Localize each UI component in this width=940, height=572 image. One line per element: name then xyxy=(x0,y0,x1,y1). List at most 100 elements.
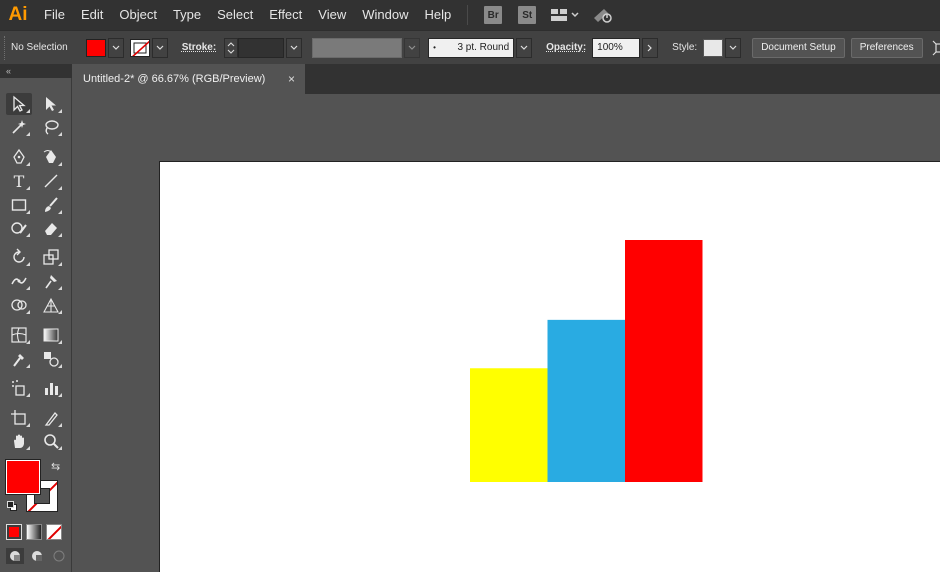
graphic-style-dropdown[interactable] xyxy=(725,37,742,58)
magic-wand-tool[interactable] xyxy=(6,116,32,138)
fill-dropdown[interactable] xyxy=(107,37,124,58)
menu-view[interactable]: View xyxy=(310,0,354,30)
eyedropper-tool[interactable] xyxy=(6,348,32,370)
artboard-tool[interactable] xyxy=(6,407,32,429)
eraser-tool[interactable] xyxy=(38,217,64,239)
brush-definition-field[interactable]: • 3 pt. Round xyxy=(428,37,515,58)
column-graph-tool[interactable] xyxy=(38,377,64,399)
menu-type[interactable]: Type xyxy=(165,0,209,30)
puppet-warp-tool[interactable] xyxy=(38,270,64,292)
curvature-tool[interactable] xyxy=(38,146,64,168)
control-bar-grip[interactable] xyxy=(4,35,5,60)
menu-select[interactable]: Select xyxy=(209,0,261,30)
menu-object[interactable]: Object xyxy=(111,0,165,30)
rotate-tool[interactable] xyxy=(6,246,32,268)
lasso-tool[interactable] xyxy=(38,116,64,138)
color-mode-button[interactable] xyxy=(6,524,22,540)
fill-swatch[interactable] xyxy=(85,38,106,57)
brush-definition-dropdown[interactable] xyxy=(516,37,533,58)
no-stroke-icon xyxy=(131,40,149,56)
transform-icon[interactable] xyxy=(932,40,940,56)
zoom-tool[interactable] xyxy=(38,430,64,452)
svg-text:T: T xyxy=(14,172,25,190)
stroke-weight-input[interactable] xyxy=(238,37,285,58)
menu-edit[interactable]: Edit xyxy=(73,0,111,30)
tool-row: T xyxy=(6,170,64,192)
scale-tool[interactable] xyxy=(38,246,64,268)
width-tool[interactable] xyxy=(6,270,32,292)
shaper-tool[interactable] xyxy=(6,217,32,239)
selection-status: No Selection xyxy=(11,42,68,53)
stroke-swatch[interactable] xyxy=(129,38,150,57)
menu-window[interactable]: Window xyxy=(354,0,416,30)
shape-builder-tool[interactable] xyxy=(6,294,32,316)
tool-row xyxy=(6,246,64,268)
control-bar: No Selection Stroke: • 3 pt. Round Opaci… xyxy=(0,30,940,64)
draw-behind-button[interactable] xyxy=(28,548,46,564)
tools-panel-header[interactable]: « xyxy=(0,64,72,78)
mesh-tool[interactable] xyxy=(6,324,32,346)
opacity-control[interactable]: 100% xyxy=(592,37,659,58)
rectangle-tool[interactable] xyxy=(6,194,32,216)
chart-bar-3[interactable] xyxy=(625,240,703,482)
gradient-tool[interactable] xyxy=(38,324,64,346)
selection-tool[interactable] xyxy=(6,93,32,115)
direct-selection-tool[interactable] xyxy=(38,93,64,115)
workspace[interactable] xyxy=(73,94,940,572)
tool-row xyxy=(6,324,64,346)
none-mode-button[interactable] xyxy=(46,524,62,540)
close-icon[interactable]: × xyxy=(288,72,295,86)
more-tools-indicator xyxy=(26,340,30,344)
blend-tool[interactable] xyxy=(38,348,64,370)
tool-row xyxy=(6,217,64,239)
swap-fill-stroke-icon[interactable]: ⇆ xyxy=(51,460,60,473)
draw-normal-button[interactable] xyxy=(6,548,24,564)
graphic-style-control[interactable] xyxy=(703,37,742,58)
more-tools-indicator xyxy=(58,210,62,214)
symbol-sprayer-tool[interactable] xyxy=(6,377,32,399)
collapse-panel-icon[interactable]: « xyxy=(6,66,11,76)
stroke-weight-control[interactable] xyxy=(222,37,303,58)
variable-width-profile[interactable] xyxy=(312,37,403,58)
more-tools-indicator xyxy=(58,262,62,266)
menu-effect[interactable]: Effect xyxy=(261,0,310,30)
default-fill-stroke-icon[interactable] xyxy=(7,501,17,511)
brush-definition-control[interactable]: • 3 pt. Round xyxy=(428,37,533,58)
artboard[interactable] xyxy=(159,161,940,572)
more-tools-indicator xyxy=(26,109,30,113)
stroke-color-control[interactable] xyxy=(129,37,168,58)
line-segment-tool[interactable] xyxy=(38,170,64,192)
opacity-input[interactable]: 100% xyxy=(592,37,641,58)
gpu-performance-icon[interactable] xyxy=(592,6,614,24)
gradient-mode-button[interactable] xyxy=(26,524,42,540)
arrange-documents-icon[interactable] xyxy=(550,7,580,23)
bar-chart[interactable] xyxy=(160,162,940,572)
stroke-weight-dropdown[interactable] xyxy=(286,37,303,58)
fill-box[interactable] xyxy=(5,459,41,495)
stroke-weight-stepper[interactable] xyxy=(224,37,239,58)
variable-width-dropdown[interactable] xyxy=(404,37,421,58)
menu-file[interactable]: File xyxy=(36,0,73,30)
paintbrush-tool[interactable] xyxy=(38,194,64,216)
stroke-color-dropdown[interactable] xyxy=(151,37,168,58)
preferences-button[interactable]: Preferences xyxy=(850,37,923,58)
menu-help[interactable]: Help xyxy=(416,0,459,30)
type-tool[interactable]: T xyxy=(6,170,32,192)
chart-bar-2[interactable] xyxy=(547,319,626,482)
graphic-style-swatch[interactable] xyxy=(703,38,724,57)
fill-control[interactable] xyxy=(85,37,124,58)
document-setup-button[interactable]: Document Setup xyxy=(752,37,845,58)
stock-badge[interactable]: St xyxy=(518,6,537,24)
hand-tool[interactable] xyxy=(6,430,32,452)
chart-bar-1[interactable] xyxy=(470,368,548,482)
bridge-badge[interactable]: Br xyxy=(484,6,503,24)
slice-tool[interactable] xyxy=(38,407,64,429)
perspective-grid-tool[interactable] xyxy=(38,294,64,316)
opacity-expand[interactable] xyxy=(642,37,659,58)
pen-tool[interactable] xyxy=(6,146,32,168)
document-tab[interactable]: Untitled-2* @ 66.67% (RGB/Preview) × xyxy=(73,64,305,94)
no-fill-icon xyxy=(47,525,61,539)
draw-inside-button[interactable] xyxy=(50,548,68,564)
chevron-down-icon xyxy=(290,45,298,50)
variable-width-control[interactable] xyxy=(312,37,421,58)
